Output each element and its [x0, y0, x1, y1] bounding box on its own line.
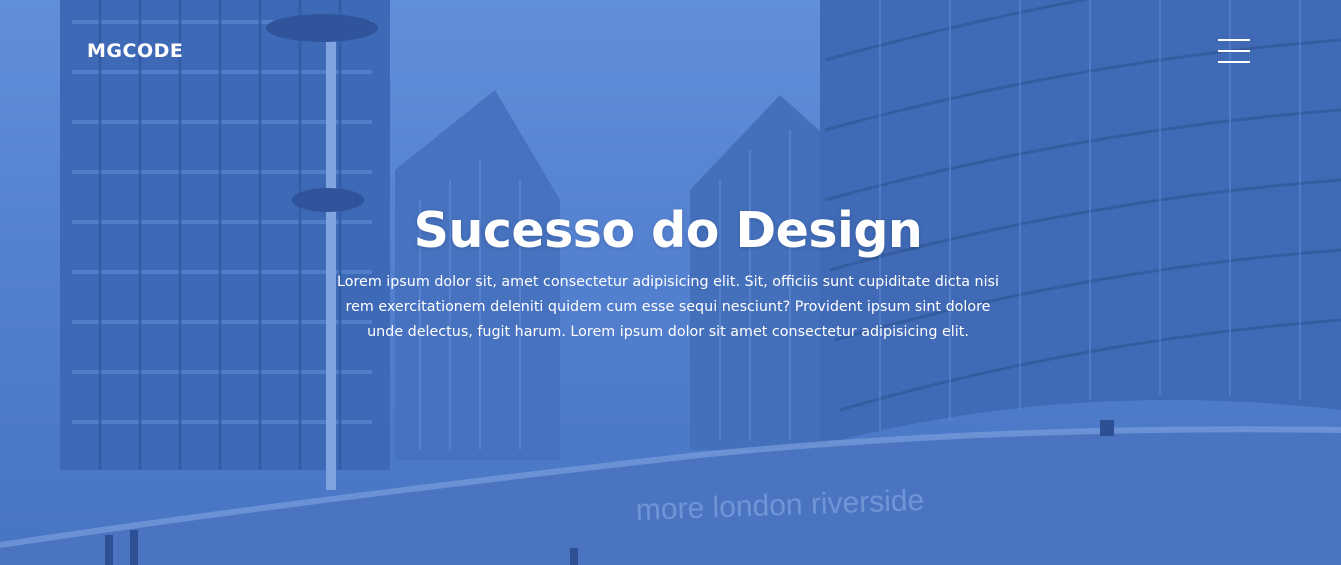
hero-description: Lorem ipsum dolor sit, amet consectetur …	[337, 274, 999, 340]
menu-line	[1218, 50, 1250, 52]
menu-line	[1218, 39, 1250, 41]
hamburger-menu-icon[interactable]	[1217, 38, 1251, 64]
site-logo[interactable]: MGCODE	[87, 40, 183, 62]
navbar: MGCODE	[0, 0, 1341, 100]
hero-section: more london riverside MGCODE Sucesso do …	[0, 0, 1341, 565]
hero-title: Sucesso do Design	[413, 202, 923, 259]
hero-content: Sucesso do Design Lorem ipsum dolor sit,…	[330, 200, 1006, 345]
menu-line	[1218, 61, 1250, 63]
